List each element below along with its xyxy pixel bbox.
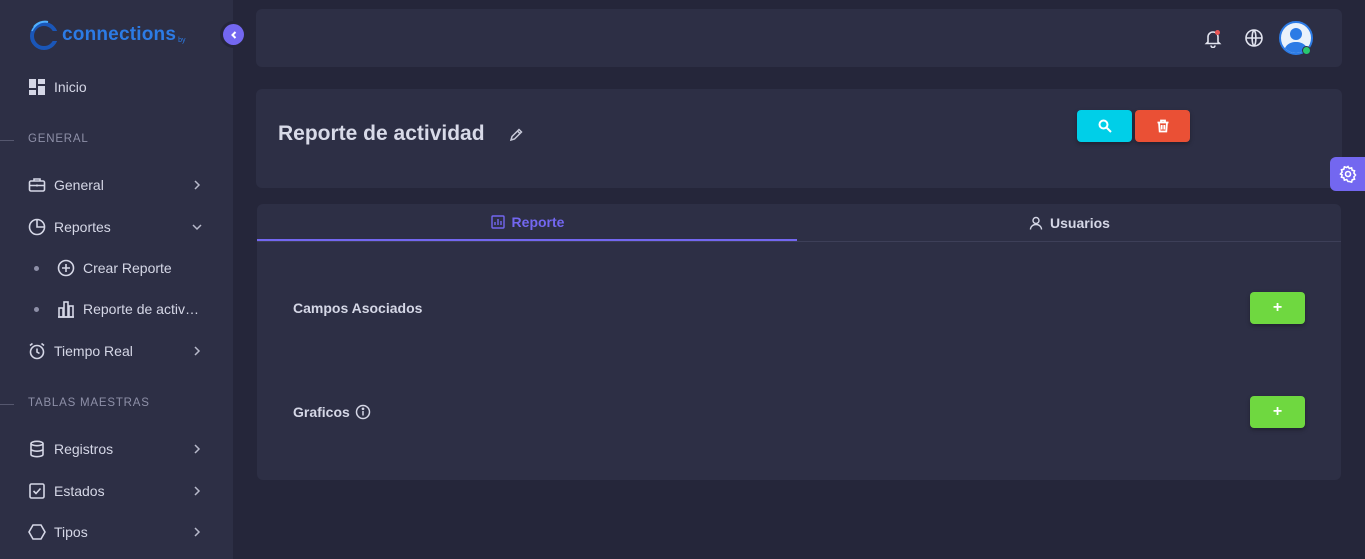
chevron-right-icon bbox=[190, 178, 204, 192]
logo-sub: by bbox=[178, 36, 186, 44]
tab-reporte[interactable]: Reporte bbox=[257, 204, 797, 241]
sidebar-subitem-crear-reporte[interactable]: Crear Reporte bbox=[34, 256, 210, 280]
add-grafico-button[interactable]: + bbox=[1250, 396, 1305, 428]
page-title: Reporte de actividad bbox=[278, 122, 485, 145]
sidebar-item-general[interactable]: General bbox=[28, 173, 208, 197]
sidebar-item-label: Crear Reporte bbox=[83, 260, 172, 276]
gear-icon bbox=[1338, 165, 1357, 183]
sidebar-collapse-button[interactable] bbox=[223, 24, 244, 45]
sidebar-item-label: Reportes bbox=[54, 219, 111, 235]
report-header-card: Reporte de actividad bbox=[256, 89, 1342, 188]
sidebar: connections by Inicio GENERAL General Re… bbox=[0, 0, 233, 559]
report-tabs: Reporte Usuarios bbox=[257, 204, 1341, 242]
dashboard-icon bbox=[28, 78, 46, 96]
sidebar-item-label: Inicio bbox=[54, 79, 87, 95]
chevron-left-icon bbox=[230, 30, 236, 39]
sidebar-item-reportes[interactable]: Reportes bbox=[28, 215, 208, 239]
plus-circle-icon bbox=[57, 259, 75, 277]
delete-button[interactable] bbox=[1135, 110, 1190, 142]
logo-text: connections bbox=[62, 24, 177, 45]
check-square-icon bbox=[28, 482, 46, 500]
sidebar-item-label: Tiempo Real bbox=[54, 343, 133, 359]
globe-language-icon[interactable] bbox=[1243, 27, 1265, 49]
add-campo-button[interactable]: + bbox=[1250, 292, 1305, 324]
alarm-clock-icon bbox=[28, 342, 46, 360]
sidebar-item-estados[interactable]: Estados bbox=[28, 479, 208, 503]
edit-pencil-icon[interactable] bbox=[508, 127, 524, 143]
report-detail-card: Reporte Usuarios Campos Asociados + Graf… bbox=[257, 204, 1341, 480]
notification-bell-icon[interactable] bbox=[1202, 27, 1224, 49]
hexagon-icon bbox=[28, 523, 46, 541]
section-divider bbox=[0, 404, 14, 405]
trash-icon bbox=[1157, 119, 1168, 133]
database-icon bbox=[28, 440, 46, 458]
online-status-dot bbox=[1302, 46, 1311, 55]
sidebar-item-inicio[interactable]: Inicio bbox=[28, 75, 208, 99]
bullet-dot bbox=[34, 306, 39, 312]
briefcase-icon bbox=[28, 176, 46, 194]
chevron-right-icon bbox=[190, 442, 204, 456]
chevron-down-icon bbox=[190, 220, 204, 234]
sidebar-item-label: Registros bbox=[54, 441, 114, 457]
connections-logo-icon bbox=[28, 19, 60, 51]
sidebar-item-tiempo-real[interactable]: Tiempo Real bbox=[28, 339, 208, 363]
pie-chart-icon bbox=[28, 218, 46, 236]
search-button[interactable] bbox=[1077, 110, 1132, 142]
tab-label: Reporte bbox=[511, 213, 565, 230]
app-logo[interactable]: connections by bbox=[28, 18, 186, 52]
campos-asociados-label: Campos Asociados bbox=[293, 300, 422, 316]
customizer-toggle-button[interactable] bbox=[1330, 157, 1365, 191]
sidebar-item-registros[interactable]: Registros bbox=[28, 437, 208, 461]
user-icon bbox=[1028, 215, 1044, 231]
tab-usuarios[interactable]: Usuarios bbox=[797, 204, 1341, 242]
info-icon[interactable] bbox=[355, 404, 371, 420]
bar-chart-icon bbox=[490, 214, 506, 230]
sidebar-item-label: Estados bbox=[54, 483, 105, 499]
sidebar-item-label: Tipos bbox=[54, 524, 88, 540]
sidebar-subitem-reporte-actividad[interactable]: Reporte de actividad bbox=[34, 297, 210, 321]
chevron-right-icon bbox=[190, 525, 204, 539]
bullet-dot bbox=[34, 265, 39, 271]
bar-chart-icon bbox=[57, 300, 75, 318]
chevron-right-icon bbox=[190, 344, 204, 358]
graficos-label: Graficos bbox=[293, 404, 371, 420]
plus-icon: + bbox=[1272, 403, 1283, 420]
chevron-right-icon bbox=[190, 484, 204, 498]
search-icon bbox=[1098, 119, 1112, 133]
sidebar-item-label: General bbox=[54, 177, 104, 193]
top-navbar bbox=[256, 9, 1342, 67]
plus-icon: + bbox=[1272, 299, 1283, 316]
tab-label: Usuarios bbox=[1050, 215, 1110, 231]
sidebar-item-label: Reporte de actividad bbox=[83, 301, 201, 317]
sidebar-item-tipos[interactable]: Tipos bbox=[28, 520, 208, 544]
section-title-general: GENERAL bbox=[28, 133, 89, 145]
section-divider bbox=[0, 140, 14, 141]
section-title-tablas-maestras: TABLAS MAESTRAS bbox=[28, 397, 150, 409]
section-label: Graficos bbox=[293, 404, 350, 420]
section-label: Campos Asociados bbox=[293, 300, 423, 316]
